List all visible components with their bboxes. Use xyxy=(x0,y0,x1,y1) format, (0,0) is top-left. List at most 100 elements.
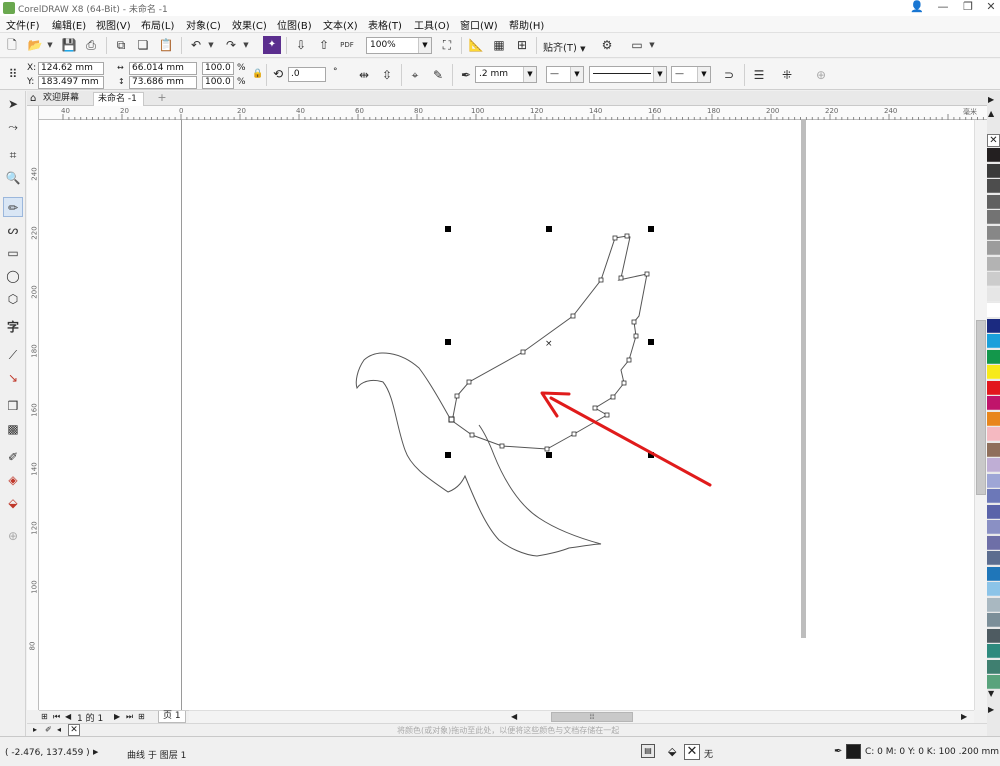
curve-node[interactable] xyxy=(624,233,630,239)
palette-swatch[interactable] xyxy=(987,210,1000,224)
width-field[interactable]: 66.014 mm xyxy=(129,62,197,75)
new-tab-button[interactable]: + xyxy=(155,92,169,105)
mirror-vertical-icon[interactable]: ⇳ xyxy=(378,66,396,84)
artistic-media-tool-icon[interactable]: ᔕ xyxy=(3,220,23,240)
curve-node[interactable] xyxy=(610,394,616,400)
add-tool-icon[interactable]: ⊕ xyxy=(3,526,23,546)
palette-swatch[interactable] xyxy=(987,644,1000,658)
end-arrowhead-combo[interactable]: — ▼ xyxy=(671,66,711,83)
palette-swatch[interactable] xyxy=(987,628,1000,643)
palette-swatch[interactable] xyxy=(987,225,1000,240)
curve-node[interactable] xyxy=(612,235,618,241)
chevron-down-icon[interactable]: ▼ xyxy=(418,38,431,53)
tab-document[interactable]: 未命名 -1 xyxy=(93,92,144,106)
transparency-tool-icon[interactable]: ▩ xyxy=(3,419,23,439)
chevron-down-icon[interactable]: ▼ xyxy=(570,67,583,82)
drop-shadow-tool-icon[interactable]: ❒ xyxy=(3,396,23,416)
text-tool-icon[interactable]: 字 xyxy=(3,317,23,337)
no-fill-swatch-icon[interactable]: ✕ xyxy=(684,744,700,760)
menu-effects[interactable]: 效果(C) xyxy=(232,17,267,32)
export-icon[interactable]: ⇧ xyxy=(315,36,333,54)
chevron-down-icon[interactable]: ▼ xyxy=(697,67,710,82)
x-position-field[interactable]: 124.62 mm xyxy=(38,62,104,75)
redo-dropdown-icon[interactable]: ▼ xyxy=(240,36,252,54)
scale-width-field[interactable]: 100.0 xyxy=(202,62,234,75)
launcher-dropdown-icon[interactable]: ▼ xyxy=(646,36,658,54)
drawing-canvas[interactable]: × xyxy=(39,120,974,710)
status-expand-icon[interactable]: ▶ xyxy=(93,748,98,756)
curve-node[interactable] xyxy=(466,379,472,385)
palette-menu-icon[interactable]: ▸ xyxy=(33,725,37,734)
freehand-tool-icon[interactable]: ✏ xyxy=(3,197,23,217)
handle-top-right[interactable] xyxy=(648,226,654,232)
full-screen-icon[interactable]: ⛶ xyxy=(438,36,456,54)
line-style-combo[interactable]: ▼ xyxy=(589,66,667,83)
user-icon[interactable]: 👤 xyxy=(904,0,930,16)
scroll-right-icon[interactable]: ▶ xyxy=(961,712,967,721)
zoom-level-combo[interactable]: 100% ▼ xyxy=(366,37,432,54)
handle-top-middle[interactable] xyxy=(546,226,552,232)
quick-customize-icon[interactable]: ⁜ xyxy=(778,66,796,84)
add-page-after-icon[interactable]: ⊞ xyxy=(138,712,145,721)
palette-expand-icon[interactable]: ▶ xyxy=(988,705,994,714)
palette-swatch[interactable] xyxy=(987,597,1000,612)
open-dropdown-icon[interactable]: ▼ xyxy=(44,36,56,54)
redo-icon[interactable]: ↷ xyxy=(222,36,240,54)
new-document-icon[interactable]: 🗋 xyxy=(3,36,21,54)
fill-bucket-icon[interactable]: ⬙ xyxy=(668,745,676,758)
object-origin-icon[interactable]: ⠿ xyxy=(4,65,22,83)
palette-swatch[interactable] xyxy=(987,659,1000,674)
curve-node[interactable] xyxy=(626,357,632,363)
menu-bitmaps[interactable]: 位图(B) xyxy=(277,17,312,32)
eyedropper-icon[interactable]: ✐ xyxy=(45,725,52,734)
menu-view[interactable]: 视图(V) xyxy=(96,17,131,32)
add-page-before-icon[interactable]: ⊞ xyxy=(41,712,48,721)
chevron-down-icon[interactable]: ▼ xyxy=(653,67,666,82)
palette-swatch[interactable] xyxy=(987,349,1000,364)
palette-swatch[interactable] xyxy=(987,334,1000,348)
open-folder-icon[interactable]: 📂 xyxy=(26,36,44,54)
polygon-tool-icon[interactable]: ⬡ xyxy=(3,289,23,309)
rectangle-tool-icon[interactable]: ▭ xyxy=(3,243,23,263)
application-launcher-icon[interactable]: ▭ xyxy=(628,36,646,54)
next-page-icon[interactable]: ▶ xyxy=(114,712,120,721)
outline-pen-icon[interactable]: ✒ xyxy=(834,746,842,757)
height-field[interactable]: 73.686 mm xyxy=(129,76,197,89)
palette-swatch[interactable] xyxy=(987,148,1000,162)
palette-swatch[interactable] xyxy=(987,473,1000,488)
page-tab[interactable]: 页 1 xyxy=(158,711,186,723)
parallel-dimension-tool-icon[interactable]: ⟋ xyxy=(3,345,23,365)
outline-width-combo[interactable]: .2 mm ▼ xyxy=(475,66,537,83)
color-proofing-icon[interactable]: ▤ xyxy=(641,744,655,758)
palette-swatch[interactable] xyxy=(987,566,1000,581)
palette-swatch[interactable] xyxy=(987,318,1000,333)
copy-icon[interactable]: ❏ xyxy=(134,36,152,54)
palette-swatch[interactable] xyxy=(987,241,1000,255)
y-position-field[interactable]: 183.497 mm xyxy=(38,76,104,89)
curve-node[interactable] xyxy=(598,277,604,283)
selection-center-marker[interactable]: × xyxy=(545,339,553,349)
vertical-ruler[interactable]: 240 220 200 180 160 140 120 100 80 xyxy=(27,106,39,710)
handle-bottom-middle[interactable] xyxy=(546,452,552,458)
palette-swatch[interactable] xyxy=(987,272,1000,286)
show-guidelines-icon[interactable]: ⊞ xyxy=(513,36,531,54)
palette-swatch[interactable] xyxy=(987,535,1000,550)
outline-color-swatch[interactable] xyxy=(846,744,861,759)
publish-pdf-icon[interactable]: PDF xyxy=(338,36,356,54)
scale-height-field[interactable]: 100.0 xyxy=(202,76,234,89)
close-button[interactable]: ✕ xyxy=(978,0,1000,16)
last-page-icon[interactable]: ⏭ xyxy=(126,712,133,722)
paste-icon[interactable]: 📋 xyxy=(157,36,175,54)
palette-swatch[interactable] xyxy=(987,380,1000,395)
menu-file[interactable]: 文件(F) xyxy=(6,17,40,32)
mirror-horizontal-icon[interactable]: ⇹ xyxy=(355,66,373,84)
menu-window[interactable]: 窗口(W) xyxy=(460,17,498,32)
menu-table[interactable]: 表格(T) xyxy=(368,17,402,32)
color-eyedropper-tool-icon[interactable]: ✐ xyxy=(3,447,23,467)
outline-pen-icon[interactable]: ✒ xyxy=(457,66,475,84)
first-page-icon[interactable]: ⏮ xyxy=(53,712,60,722)
minimize-button[interactable]: — xyxy=(930,0,956,16)
show-rulers-icon[interactable]: 📐 xyxy=(467,36,485,54)
shape-tool-icon[interactable]: ⤳ xyxy=(3,117,23,137)
previous-page-icon[interactable]: ◀ xyxy=(65,712,71,721)
